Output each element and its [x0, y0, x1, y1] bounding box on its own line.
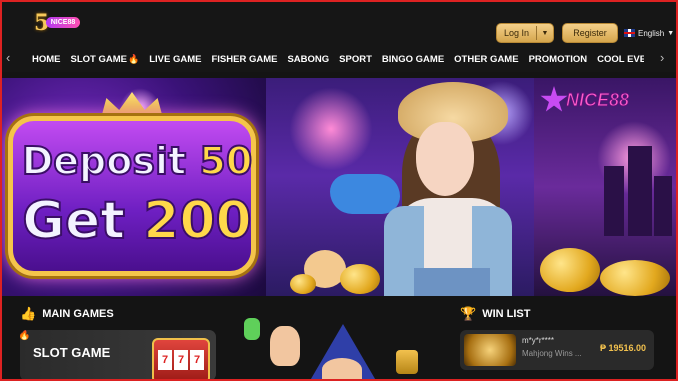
nav-item-label: SPORT [339, 53, 372, 65]
coin-pile [290, 274, 316, 294]
nav-item-label: BINGO GAME [381, 53, 445, 65]
nav-item-home[interactable]: HOME [32, 54, 61, 65]
building [654, 176, 672, 236]
thumbs-up-icon: 👍 [20, 306, 37, 321]
winner-game: Mahjong Wins ... [522, 349, 582, 358]
get-number: 200 [142, 190, 253, 252]
header: 5 NICE88 Log In ▼ Register English ▼ [0, 0, 678, 46]
slot-reel: 7 [190, 350, 204, 370]
promo-banner[interactable]: Deposit 50 Get 200 NICE88 [0, 78, 678, 296]
logo-text: NICE88 [46, 17, 80, 28]
get-word: Get [21, 190, 126, 252]
nav-item-label: COOL EVENT [597, 53, 644, 65]
nav-item-sabong[interactable]: SABONG [287, 54, 329, 65]
nav-item-slot-game[interactable]: SLOT GAME 🔥 [71, 54, 140, 65]
model-shorts [414, 268, 490, 296]
trophy-icon: 🏆 [460, 306, 477, 321]
main-nav: ‹ HOME SLOT GAME 🔥 LIVE GAME FISHER GAME SABO… [0, 46, 678, 72]
site-logo[interactable]: 5 NICE88 [34, 10, 80, 39]
deposit-line: Deposit 50 [13, 138, 261, 184]
uk-flag-icon [624, 29, 635, 37]
nav-item-cool-event[interactable]: COOL EVENT [597, 54, 644, 65]
star-icon [540, 86, 568, 112]
brand-logo: NICE88 [540, 86, 648, 116]
slot-reel: 7 [158, 350, 172, 370]
language-selector[interactable]: English ▼ [624, 26, 674, 40]
win-amount: ₱ 19516.00 [600, 343, 647, 353]
potion-icon [244, 318, 260, 340]
nav-item-label: SABONG [287, 53, 330, 65]
nav-scroll-left-icon[interactable]: ‹ [6, 50, 10, 65]
rune-icon [396, 350, 418, 374]
slot-game-label: SLOT GAME [33, 345, 111, 360]
fire-icon: 🔥 [127, 53, 140, 64]
nav-item-live-game[interactable]: LIVE GAME [149, 54, 201, 65]
nav-item-label: SLOT GAME [70, 53, 127, 65]
language-label: English [638, 28, 665, 38]
nav-scroll-right-icon[interactable]: › [660, 50, 664, 65]
nav-item-label: OTHER GAME [454, 53, 519, 65]
nav-item-bingo-game[interactable]: BINGO GAME [382, 54, 444, 65]
nav-items: HOME SLOT GAME 🔥 LIVE GAME FISHER GAME SABONG… [32, 46, 644, 72]
wizard-hand [270, 326, 300, 366]
game-thumbnail [464, 334, 516, 366]
coin-pile [600, 260, 670, 296]
building [604, 166, 624, 236]
brand-logo-text: NICE88 [565, 90, 630, 111]
nav-item-label: HOME [32, 53, 61, 65]
nav-item-other-game[interactable]: OTHER GAME [454, 54, 518, 65]
login-label: Log In [503, 28, 530, 38]
banner-left-panel: Deposit 50 Get 200 [0, 78, 266, 296]
main-games-heading: 👍 MAIN GAMES [20, 306, 114, 322]
firework [286, 84, 376, 174]
slot-game-card[interactable]: 🔥 SLOT GAME 7 7 7 [20, 330, 216, 381]
deposit-word: Deposit [21, 138, 187, 184]
win-list-heading: 🏆 WIN LIST [460, 306, 530, 322]
nav-item-promotion[interactable]: PROMOTION [529, 54, 588, 65]
coin-pile [540, 248, 600, 292]
building [628, 146, 652, 236]
deposit-badge: Deposit 50 Get 200 [8, 116, 256, 276]
nav-item-label: FISHER GAME [211, 53, 278, 65]
nav-item-sport[interactable]: SPORT [339, 54, 372, 65]
login-button[interactable]: Log In ▼ [496, 23, 554, 43]
chevron-down-icon: ▼ [667, 29, 675, 37]
model-face [416, 122, 474, 196]
fish-character [330, 174, 400, 214]
get-line: Get 200 [13, 190, 261, 252]
wizard-illustration [228, 318, 448, 381]
win-list-title: WIN LIST [482, 308, 531, 320]
main-games-title: MAIN GAMES [42, 308, 114, 320]
nav-item-label: PROMOTION [528, 53, 588, 65]
coin-pile [340, 264, 380, 294]
slot-machine-icon: 7 7 7 [152, 338, 210, 381]
fire-icon: 🔥 [20, 330, 31, 341]
slot-reel: 7 [174, 350, 188, 370]
wizard-face [322, 358, 362, 381]
register-button[interactable]: Register [562, 23, 618, 43]
winner-username: m*y*r**** [522, 336, 555, 345]
deposit-number: 50 [198, 138, 253, 184]
nav-item-fisher-game[interactable]: FISHER GAME [211, 54, 277, 65]
nav-item-label: LIVE GAME [149, 53, 202, 65]
chevron-down-icon[interactable]: ▼ [537, 30, 553, 37]
